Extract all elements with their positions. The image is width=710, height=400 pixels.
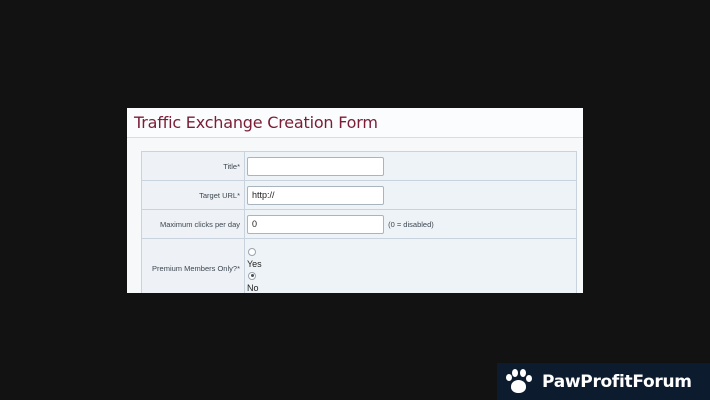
premium-label: Premium Members Only?* (141, 238, 245, 293)
premium-radio-group: Yes No (247, 244, 576, 294)
paw-icon (503, 367, 533, 397)
watermark-banner: PawProfitForum (497, 363, 710, 400)
target-url-row: Target URL* (141, 180, 577, 210)
premium-yes-radio[interactable] (248, 247, 256, 256)
premium-row: Premium Members Only?* Yes No (141, 238, 577, 294)
max-clicks-input[interactable] (247, 214, 384, 234)
max-clicks-label: Maximum clicks per day (141, 209, 245, 239)
title-input[interactable] (247, 156, 384, 176)
form-header: Traffic Exchange Creation Form (127, 108, 583, 138)
title-row: Title* (141, 151, 577, 181)
max-clicks-row: Maximum clicks per day (0 = disabled) (141, 209, 577, 239)
premium-no-label: No (247, 282, 259, 293)
target-url-input[interactable] (247, 185, 384, 205)
page-title: Traffic Exchange Creation Form (134, 113, 378, 132)
brand-name: PawProfitForum (542, 371, 692, 392)
form-panel: Traffic Exchange Creation Form Title* Ta… (127, 108, 583, 293)
premium-yes-label: Yes (247, 258, 262, 269)
title-label: Title* (141, 151, 245, 181)
target-url-label: Target URL* (141, 180, 245, 210)
max-clicks-hint: (0 = disabled) (388, 219, 434, 229)
creation-form: Title* Target URL* Maximum clicks per da… (141, 151, 577, 293)
screenshot-stage: Traffic Exchange Creation Form Title* Ta… (0, 0, 710, 400)
premium-no-radio[interactable] (248, 271, 256, 280)
